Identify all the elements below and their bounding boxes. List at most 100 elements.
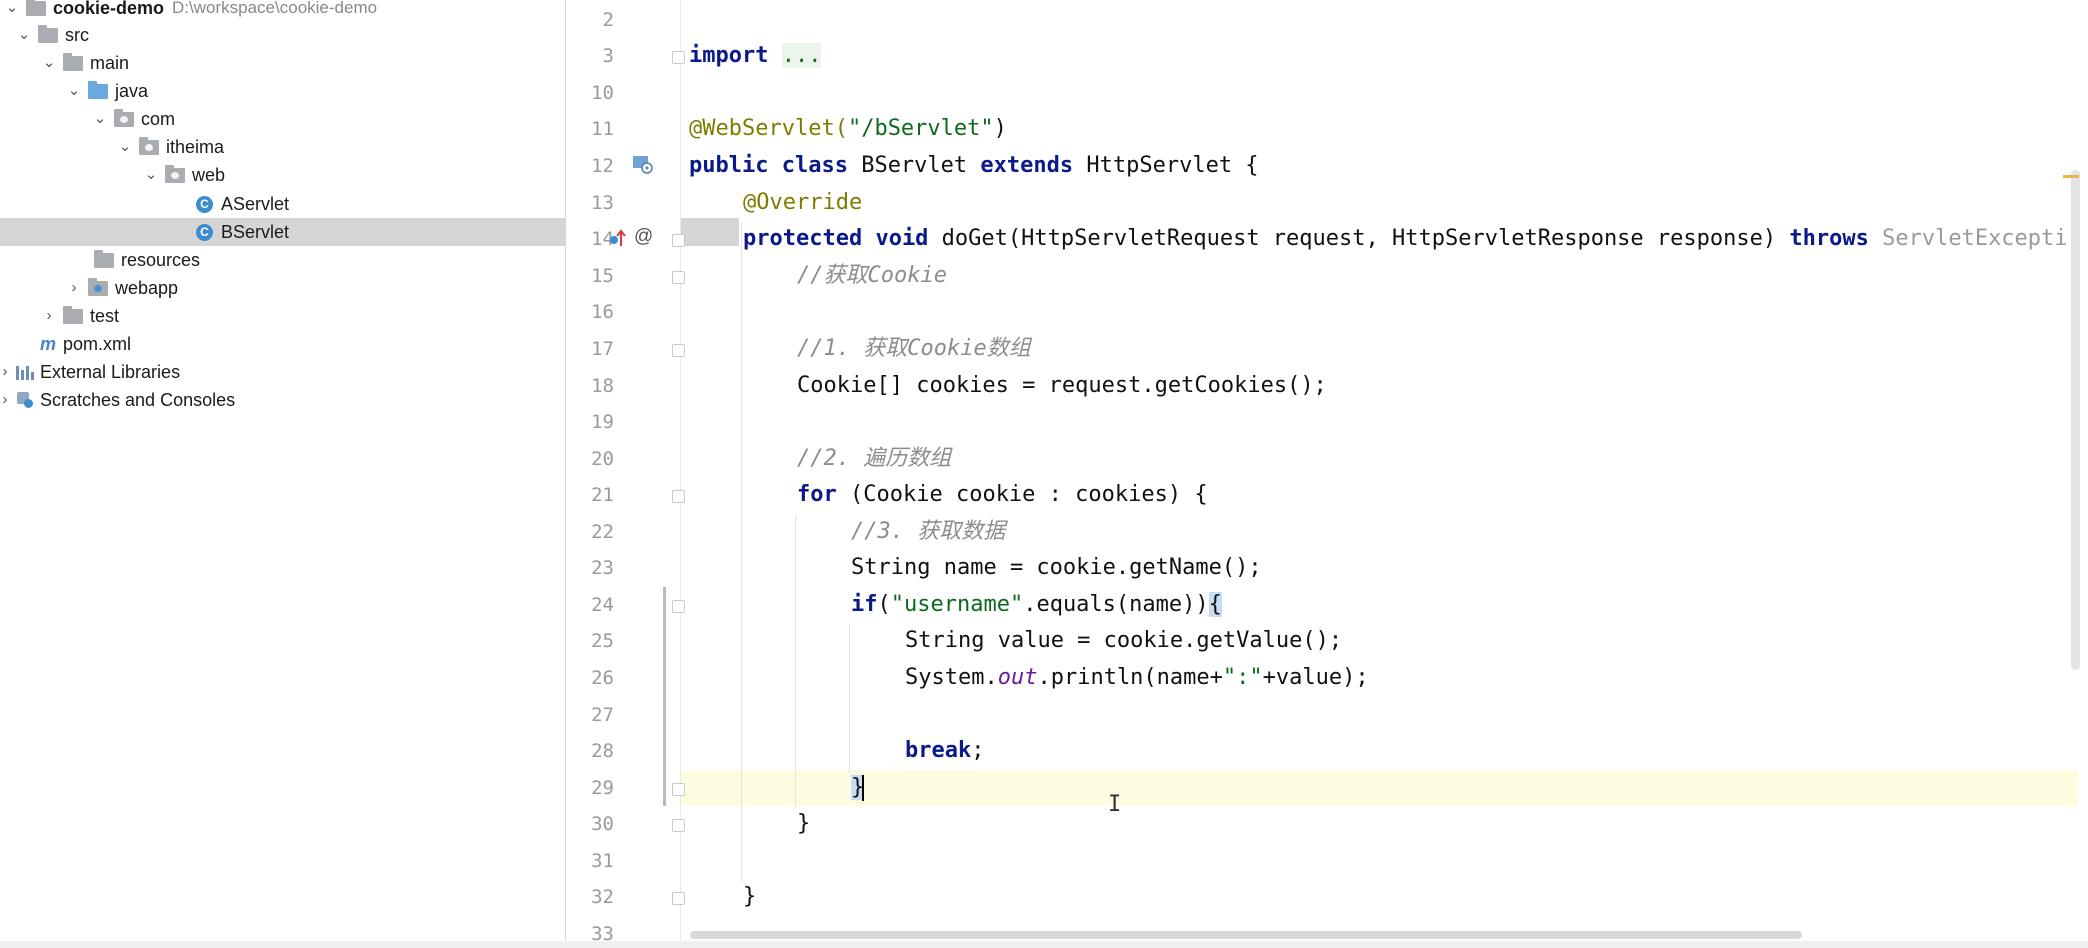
line-number: 32 [591,886,614,908]
tree-root-cookie-demo[interactable]: ⌄ cookie-demo D:\workspace\cookie-demo [0,0,569,22]
tree-item-com[interactable]: ⌄ com [0,105,657,133]
tree-item-label: src [65,24,89,45]
fold-marker-icon[interactable] [672,51,685,64]
code-line-12[interactable]: public class BServlet extends HttpServle… [689,148,1259,184]
tree-item-src[interactable]: ⌄ src [0,21,581,49]
tree-item-label: com [141,108,176,129]
error-stripe-marker[interactable] [2063,175,2079,178]
chevron-down-icon[interactable]: ⌄ [117,139,133,155]
tree-root-label: cookie-demo [53,0,165,18]
text-caret [862,775,865,801]
line-number: 13 [591,192,614,214]
java-class-icon: C [196,223,213,241]
package-icon [139,136,159,155]
annotation-at-icon: @ [634,226,654,247]
code-line-26[interactable]: System.out.println(name+":"+value); [905,660,1369,696]
code-line-14[interactable]: protected void doGet(HttpServletRequest … [743,221,2068,257]
chevron-down-icon[interactable]: ⌄ [41,55,57,71]
code-line-13[interactable]: @Override [743,185,862,221]
tree-item-label: itheima [166,136,225,157]
line-number: 22 [591,521,614,543]
fold-marker-icon[interactable] [672,783,685,796]
fold-marker-icon[interactable] [672,600,685,613]
tree-item-external-libraries[interactable]: › External Libraries [0,358,565,386]
library-icon [16,364,34,380]
fold-marker-icon[interactable] [672,344,685,357]
vcs-change-marker[interactable] [663,587,666,806]
mouse-ibeam-cursor-icon: I [1108,792,1122,817]
tree-item-webapp[interactable]: › webapp [0,274,631,302]
tree-root-path: D:\workspace\cookie-demo [172,0,378,17]
line-number: 2 [602,9,614,31]
code-line-29[interactable]: } [851,770,865,806]
code-line-22[interactable]: //3. 获取数据 [851,514,1005,550]
chevron-down-icon[interactable]: ⌄ [92,111,108,127]
tree-item-label: resources [121,249,201,270]
tree-item-label: java [115,80,149,101]
java-class-icon: C [196,195,213,213]
line-number: 31 [591,850,614,872]
line-number: 23 [591,557,614,579]
fold-marker-icon[interactable] [672,234,685,247]
fold-marker-icon[interactable] [672,271,685,284]
code-line-17[interactable]: //1. 获取Cookie数组 [797,331,1031,367]
chevron-right-icon[interactable]: › [41,308,57,324]
tree-item-label: BServlet [221,221,290,242]
chevron-right-icon[interactable]: › [0,364,10,380]
chevron-down-icon[interactable]: ⌄ [143,167,159,183]
indent-guide [849,624,850,774]
code-line-20[interactable]: //2. 遍历数组 [797,441,951,477]
code-line-25[interactable]: String value = cookie.getValue(); [905,623,1342,659]
code-line-15[interactable]: //获取Cookie [797,258,947,294]
tree-item-resources[interactable]: resources [0,246,637,274]
tree-item-pom[interactable]: m pom.xml [0,330,605,358]
tree-item-test[interactable]: › test [0,302,606,330]
line-number: 30 [591,813,614,835]
chevron-down-icon[interactable]: ⌄ [16,27,32,43]
code-line-28[interactable]: break; [905,733,984,769]
line-number: 16 [591,301,614,323]
code-line-32[interactable]: } [743,879,756,915]
vertical-scrollbar[interactable] [2071,170,2080,670]
fold-marker-icon[interactable] [672,819,685,832]
code-line-23[interactable]: String name = cookie.getName(); [851,550,1262,586]
tree-item-java[interactable]: ⌄ java [0,77,631,105]
tree-item-label: Scratches and Consoles [40,389,236,410]
code-line-3[interactable]: import ... [689,38,822,74]
line-number: 21 [591,484,614,506]
tree-item-label: web [192,164,226,185]
chevron-right-icon[interactable]: › [0,392,10,408]
tree-item-label: pom.xml [63,333,132,354]
code-line-18[interactable]: Cookie[] cookies = request.getCookies(); [797,368,1327,404]
package-icon [165,164,185,183]
tree-item-label: main [90,52,130,73]
line-number: 19 [591,411,614,433]
tree-item-label: External Libraries [40,361,181,382]
code-line-30[interactable]: } [797,806,810,842]
chevron-down-icon[interactable]: ⌄ [4,0,20,16]
line-number: 3 [602,45,614,67]
tree-item-scratches[interactable]: › Scratches and Consoles [0,386,565,414]
line-number: 26 [591,667,614,689]
scratches-icon [16,391,34,409]
code-line-21[interactable]: for (Cookie cookie : cookies) { [797,477,1208,513]
line-number: 25 [591,630,614,652]
line-number: 17 [591,338,614,360]
current-line-highlight [681,770,2078,806]
code-editor[interactable]: import ... @WebServlet("/bServlet") publ… [681,0,2078,948]
code-line-11[interactable]: @WebServlet("/bServlet") [689,111,1007,147]
indent-guide [741,222,742,882]
chevron-down-icon[interactable]: ⌄ [66,83,82,99]
tree-item-main[interactable]: ⌄ main [0,49,606,77]
folder-icon [63,52,83,71]
overrides-method-icon[interactable] [608,228,628,253]
tree-item-label: AServlet [221,193,290,214]
fold-marker-icon[interactable] [672,892,685,905]
line-number: 24 [591,594,614,616]
servlet-mapping-icon[interactable] [632,155,653,174]
horizontal-scrollbar[interactable] [690,931,1802,939]
fold-marker-icon[interactable] [672,490,685,503]
chevron-right-icon[interactable]: › [66,280,82,296]
line-number: 11 [591,118,614,140]
code-line-24[interactable]: if("username".equals(name)){ [851,587,1222,623]
